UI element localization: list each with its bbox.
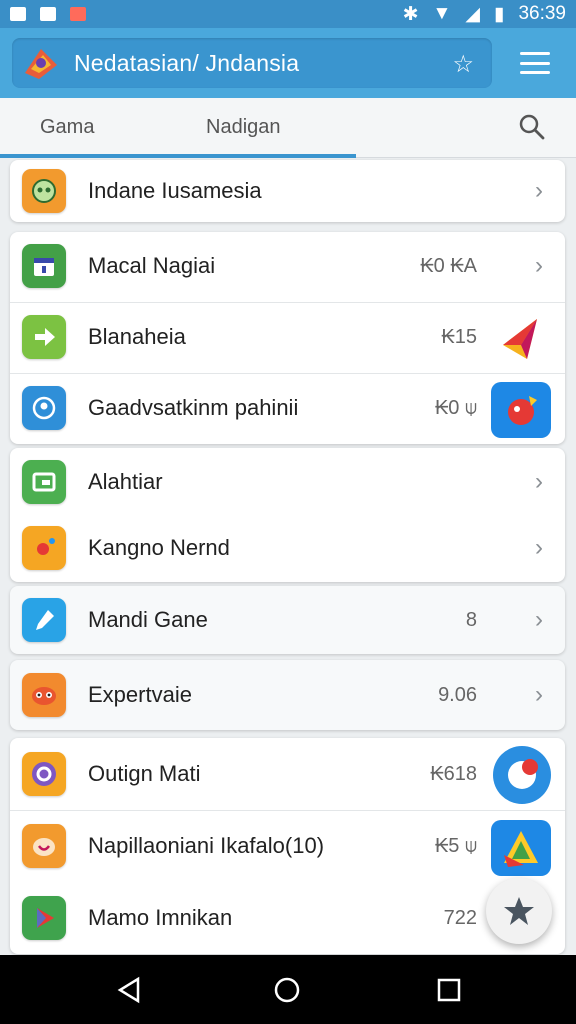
screen-icon bbox=[22, 460, 66, 504]
item-label: Macal Nagiai bbox=[88, 253, 216, 278]
home-icon[interactable] bbox=[272, 975, 302, 1005]
star-icon bbox=[504, 897, 534, 925]
chevron-right-icon: › bbox=[535, 534, 543, 561]
item-label: Mamo Imnikan bbox=[88, 905, 233, 930]
status-bar: ✱ ▼ ◢ ▮ 36:39 bbox=[0, 0, 576, 28]
list-item[interactable]: Macal Nagiai ₭0 ₭A › bbox=[10, 232, 565, 300]
sun-icon bbox=[22, 526, 66, 570]
tab-games[interactable]: Gama bbox=[40, 98, 94, 158]
app-logo-icon bbox=[18, 43, 64, 83]
menu-icon[interactable] bbox=[520, 52, 550, 74]
bluetooth-icon: ✱ bbox=[402, 3, 419, 25]
item-label: Outign Mati bbox=[88, 761, 201, 786]
face-icon bbox=[22, 673, 66, 717]
item-label: Mandi Gane bbox=[88, 607, 208, 632]
list-card: Alahtiar › Kangno Nernd › bbox=[10, 448, 565, 582]
system-nav-bar bbox=[0, 955, 576, 1024]
list-item[interactable]: Kangno Nernd › bbox=[10, 514, 565, 582]
triangle-game-thumbnail bbox=[491, 820, 551, 876]
item-label: Indane Iusamesia bbox=[88, 178, 262, 203]
chevron-right-icon: › bbox=[535, 252, 543, 279]
list-item[interactable]: Mamo Imnikan 722 bbox=[10, 884, 565, 952]
calendar-icon bbox=[22, 244, 66, 288]
message-icon bbox=[10, 7, 26, 21]
list-item[interactable]: Gaadvsatkinm pahinii ₭0 ⍦ bbox=[10, 374, 565, 442]
mail-icon bbox=[70, 7, 86, 21]
app-title: Nedatasian/ Jndansia bbox=[74, 49, 300, 76]
favorite-fab[interactable] bbox=[486, 878, 552, 944]
robot-icon bbox=[22, 169, 66, 213]
play-icon bbox=[22, 896, 66, 940]
item-label: Expertvaie bbox=[88, 682, 192, 707]
item-value: 722 bbox=[443, 907, 477, 929]
photo-icon bbox=[40, 7, 56, 21]
list-card: Macal Nagiai ₭0 ₭A › Blanaheia ₭15 Gaadv… bbox=[10, 232, 565, 444]
list-card: Mandi Gane 8 › bbox=[10, 586, 565, 654]
list-item[interactable]: Indane Iusamesia › bbox=[10, 157, 565, 225]
recents-icon[interactable] bbox=[434, 975, 464, 1005]
battery-icon: ▮ bbox=[493, 3, 505, 25]
item-label: Blanaheia bbox=[88, 324, 186, 349]
list-card: Outign Mati ₭618 Napillaoniani Ikafalo(1… bbox=[10, 738, 565, 954]
chevron-right-icon: › bbox=[535, 606, 543, 633]
list-card: Indane Iusamesia › bbox=[10, 160, 565, 222]
wifi-icon: ▼ bbox=[432, 3, 452, 24]
item-value: 9.06 bbox=[438, 684, 477, 706]
item-label: Gaadvsatkinm pahinii bbox=[88, 395, 299, 420]
tab-navigation[interactable]: Nadigan bbox=[206, 98, 281, 158]
app-toolbar: Nedatasian/ Jndansia ☆ bbox=[0, 28, 576, 98]
chevron-right-icon: › bbox=[535, 177, 543, 204]
item-value: ₭0 ⍦ bbox=[434, 397, 477, 419]
back-icon[interactable] bbox=[114, 975, 144, 1005]
arrow-right-icon bbox=[22, 315, 66, 359]
item-value: ₭0 ₭A bbox=[420, 255, 477, 277]
chat-bubble-thumbnail bbox=[493, 746, 551, 804]
signal-icon: ◢ bbox=[465, 3, 480, 25]
list-item[interactable]: Napillaoniani Ikafalo(10) ₭5 ⍦ bbox=[10, 812, 565, 880]
item-label: Kangno Nernd bbox=[88, 535, 230, 560]
item-value: ₭5 ⍦ bbox=[434, 835, 477, 857]
heart-icon bbox=[22, 824, 66, 868]
list-card: Expertvaie 9.06 › bbox=[10, 660, 565, 730]
status-time: 36:39 bbox=[518, 3, 566, 24]
tab-bar: Gama Nadigan bbox=[0, 98, 576, 158]
item-value: ₭15 bbox=[441, 326, 477, 348]
list-item[interactable]: Mandi Gane 8 › bbox=[10, 586, 565, 654]
list-item[interactable]: Blanaheia ₭15 bbox=[10, 303, 565, 371]
item-value: ₭618 bbox=[430, 763, 477, 785]
star-icon[interactable]: ☆ bbox=[452, 50, 474, 79]
search-icon[interactable] bbox=[518, 113, 546, 141]
chat-icon bbox=[22, 752, 66, 796]
item-value: 8 bbox=[465, 609, 477, 631]
list-item[interactable]: Expertvaie 9.06 › bbox=[10, 661, 565, 729]
item-label: Napillaoniani Ikafalo(10) bbox=[88, 833, 325, 858]
title-box[interactable]: Nedatasian/ Jndansia ☆ bbox=[12, 38, 492, 88]
paper-plane-thumbnail bbox=[491, 311, 551, 367]
chevron-right-icon: › bbox=[535, 468, 543, 495]
list-item[interactable]: Outign Mati ₭618 bbox=[10, 740, 565, 808]
chevron-right-icon: › bbox=[535, 681, 543, 708]
pin-icon bbox=[22, 598, 66, 642]
game-thumbnail bbox=[491, 382, 551, 438]
item-label: Alahtiar bbox=[88, 469, 163, 494]
location-icon bbox=[22, 386, 66, 430]
list-item[interactable]: Alahtiar › bbox=[10, 448, 565, 516]
